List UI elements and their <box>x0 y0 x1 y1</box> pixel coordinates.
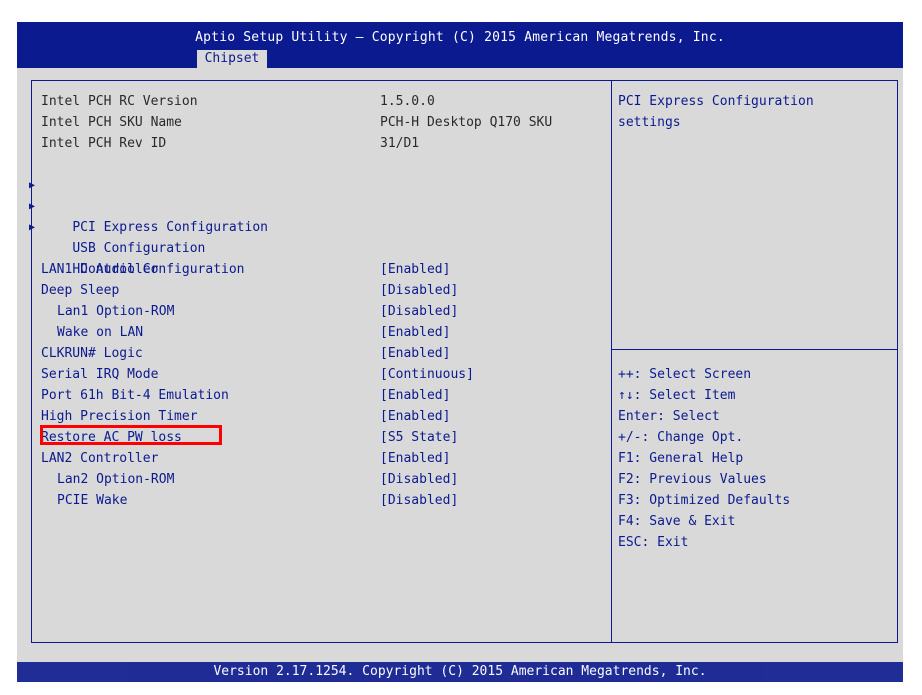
setting-value[interactable]: [Enabled] <box>380 448 450 469</box>
setting-high-precision-timer[interactable]: High Precision Timer <box>41 406 198 427</box>
info-label: Intel PCH SKU Name <box>41 115 182 130</box>
panel-divider <box>611 80 612 643</box>
setting-serial-irq-mode[interactable]: Serial IRQ Mode <box>41 364 158 385</box>
bios-screen: Aptio Setup Utility – Copyright (C) 2015… <box>17 22 903 682</box>
info-value: 1.5.0.0 <box>380 94 435 109</box>
setting-value[interactable]: [Disabled] <box>380 301 458 322</box>
setting-value[interactable]: [Enabled] <box>380 406 450 427</box>
submenu-hd-audio[interactable]: ▶ HD Audio Configuration <box>29 217 245 277</box>
setting-clkrun-logic[interactable]: CLKRUN# Logic <box>41 343 143 364</box>
key-help-line: F3: Optimized Defaults <box>618 493 791 508</box>
help-divider <box>611 349 898 350</box>
red-highlight-box <box>40 425 222 445</box>
key-help-line: +/-: Change Opt. <box>618 430 744 445</box>
triangle-right-icon: ▶ <box>29 180 36 191</box>
info-label: Intel PCH Rev ID <box>41 136 167 151</box>
info-value: 31/D1 <box>380 136 420 151</box>
app-title: Aptio Setup Utility – Copyright (C) 2015… <box>195 30 725 45</box>
setting-value[interactable]: [Disabled] <box>380 469 458 490</box>
setting-value[interactable]: [Disabled] <box>380 490 458 511</box>
footer-bar: Version 2.17.1254. Copyright (C) 2015 Am… <box>17 662 903 682</box>
triangle-right-icon: ▶ <box>29 222 36 233</box>
triangle-right-icon: ▶ <box>29 201 36 212</box>
setting-lan1-option-rom[interactable]: Lan1 Option-ROM <box>57 301 174 322</box>
setting-value[interactable]: [Enabled] <box>380 343 450 364</box>
setting-value[interactable]: [S5 State] <box>380 427 458 448</box>
help-text-line: settings <box>618 115 681 130</box>
setting-value[interactable]: [Disabled] <box>380 280 458 301</box>
setting-lan1-controller[interactable]: LAN1 Controller <box>41 259 158 280</box>
main-frame <box>31 80 898 643</box>
key-help-line: ↑↓: Select Item <box>618 388 736 403</box>
setting-lan2-controller[interactable]: LAN2 Controller <box>41 448 158 469</box>
submenu-usb[interactable]: ▶ USB Configuration <box>29 196 205 256</box>
key-help-line: ++: Select Screen <box>618 367 752 382</box>
key-help-line: ESC: Exit <box>618 535 689 550</box>
setting-value[interactable]: [Enabled] <box>380 259 450 280</box>
setting-deep-sleep[interactable]: Deep Sleep <box>41 280 119 301</box>
setting-lan2-option-rom[interactable]: Lan2 Option-ROM <box>57 469 174 490</box>
setting-wake-on-lan[interactable]: Wake on LAN <box>57 322 143 343</box>
tab-chipset[interactable]: Chipset <box>197 50 267 68</box>
help-text-line: PCI Express Configuration <box>618 94 814 109</box>
info-value: PCH-H Desktop Q170 SKU <box>380 115 553 130</box>
setting-value[interactable]: [Continuous] <box>380 364 474 385</box>
setting-port-61h-emulation[interactable]: Port 61h Bit-4 Emulation <box>41 385 229 406</box>
key-help-line: Enter: Select <box>618 409 720 424</box>
key-help-line: F2: Previous Values <box>618 472 767 487</box>
submenu-pci-express[interactable]: ▶ PCI Express Configuration <box>29 175 268 235</box>
setting-pcie-wake[interactable]: PCIE Wake <box>57 490 127 511</box>
setting-value[interactable]: [Enabled] <box>380 385 450 406</box>
key-help-line: F4: Save & Exit <box>618 514 736 529</box>
submenu-label: USB Configuration <box>72 241 206 256</box>
header-bar: Aptio Setup Utility – Copyright (C) 2015… <box>17 22 903 68</box>
setting-value[interactable]: [Enabled] <box>380 322 450 343</box>
key-help-line: F1: General Help <box>618 451 744 466</box>
info-label: Intel PCH RC Version <box>41 94 198 109</box>
